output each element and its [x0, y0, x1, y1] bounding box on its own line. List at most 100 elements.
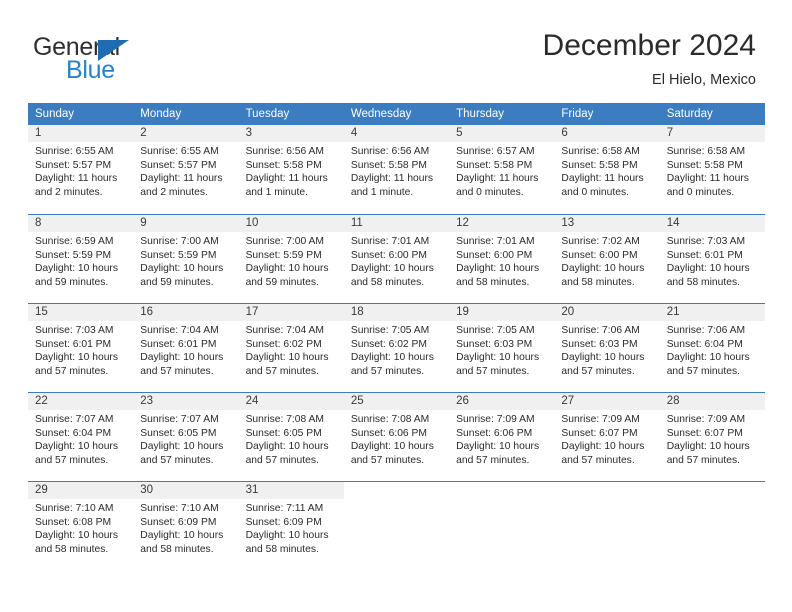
daylight-text: Daylight: 10 hours and 57 minutes. [561, 352, 645, 377]
daylight-text: Daylight: 11 hours and 1 minute. [245, 173, 328, 198]
day-sun-info: Sunrise: 6:55 AM Sunset: 5:57 PM Daylight:… [133, 142, 238, 199]
calendar-day-cell[interactable]: 19 Sunrise: 7:05 AM Sunset: 6:03 PM Dayligh… [449, 304, 555, 392]
daylight-text: Daylight: 10 hours and 58 minutes. [456, 263, 540, 288]
day-number-band: 9 [133, 215, 239, 232]
daylight-text: Daylight: 10 hours and 57 minutes. [666, 441, 750, 466]
calendar-day-cell[interactable]: 2 Sunrise: 6:55 AM Sunset: 5:57 PM Daylight… [133, 125, 239, 214]
daylight-text: Daylight: 10 hours and 57 minutes. [666, 352, 750, 377]
day-sun-info: Sunrise: 7:04 AM Sunset: 6:02 PM Daylight:… [239, 321, 344, 378]
calendar-day-cell[interactable]: 7 Sunrise: 6:58 AM Sunset: 5:58 PM Daylight… [659, 125, 765, 214]
day-sun-info [660, 499, 765, 502]
sunset-text: Sunset: 5:59 PM [245, 249, 322, 261]
calendar-week-row: 29 Sunrise: 7:10 AM Sunset: 6:08 PM Dayligh… [28, 481, 765, 570]
day-sun-info: Sunrise: 7:09 AM Sunset: 6:06 PM Daylight:… [449, 410, 554, 467]
day-number-band: 25 [343, 393, 450, 410]
calendar-day-cell[interactable]: 5 Sunrise: 6:57 AM Sunset: 5:58 PM Daylight… [449, 125, 555, 214]
day-number: 5 [456, 127, 463, 139]
sunrise-text: Sunrise: 7:04 AM [140, 325, 219, 336]
sunrise-text: Sunrise: 7:06 AM [561, 325, 640, 336]
calendar-grid: Sunday Monday Tuesday Wednesday Thursday Frid… [28, 103, 765, 570]
daylight-text: Daylight: 11 hours and 1 minute. [350, 173, 434, 198]
calendar-day-cell[interactable]: 14 Sunrise: 7:03 AM Sunset: 6:01 PM Dayligh… [659, 215, 765, 303]
calendar-day-cell[interactable]: 9 Sunrise: 7:00 AM Sunset: 5:59 PM Daylight… [133, 215, 239, 303]
calendar-day-cell[interactable]: 31 Sunrise: 7:11 AM Sunset: 6:09 PM Dayligh… [238, 482, 344, 570]
calendar-day-cell[interactable]: 30 Sunrise: 7:10 AM Sunset: 6:09 PM Dayligh… [133, 482, 239, 570]
day-sun-info: Sunrise: 6:55 AM Sunset: 5:57 PM Daylight:… [28, 142, 133, 199]
calendar-day-cell[interactable]: 23 Sunrise: 7:07 AM Sunset: 6:05 PM Dayligh… [133, 393, 239, 481]
day-number: 28 [666, 395, 680, 407]
day-number-band: 23 [133, 393, 239, 410]
sunrise-text: Sunrise: 6:55 AM [35, 146, 114, 157]
sunrise-text: Sunrise: 7:05 AM [456, 325, 535, 336]
sunrise-text: Sunrise: 7:02 AM [561, 236, 640, 247]
calendar-day-cell[interactable]: 28 Sunrise: 7:09 AM Sunset: 6:07 PM Dayligh… [659, 393, 765, 481]
day-sun-info: Sunrise: 7:04 AM Sunset: 6:01 PM Daylight:… [133, 321, 238, 378]
sunset-text: Sunset: 5:57 PM [140, 159, 217, 171]
day-number: 23 [140, 395, 154, 407]
sunset-text: Sunset: 5:59 PM [35, 249, 112, 261]
calendar-week-row: 22 Sunrise: 7:07 AM Sunset: 6:04 PM Dayligh… [28, 392, 765, 481]
calendar-day-cell[interactable]: 27 Sunrise: 7:09 AM Sunset: 6:07 PM Dayligh… [554, 393, 660, 481]
daylight-text: Daylight: 10 hours and 57 minutes. [456, 441, 540, 466]
sunrise-text: Sunrise: 7:09 AM [666, 414, 746, 425]
sunrise-text: Sunrise: 6:58 AM [561, 146, 640, 157]
calendar-day-cell[interactable]: 3 Sunrise: 6:56 AM Sunset: 5:58 PM Daylight… [238, 125, 344, 214]
calendar-day-cell[interactable]: 10 Sunrise: 7:00 AM Sunset: 5:59 PM Dayligh… [238, 215, 344, 303]
sunrise-text: Sunrise: 7:03 AM [35, 325, 114, 336]
daylight-text: Daylight: 10 hours and 57 minutes. [350, 352, 434, 377]
day-number-band: 4 [343, 125, 450, 142]
day-number: 19 [456, 306, 469, 318]
daylight-text: Daylight: 10 hours and 57 minutes. [350, 441, 434, 466]
day-number: 16 [140, 306, 154, 318]
sunset-text: Sunset: 6:07 PM [666, 427, 743, 439]
calendar-day-cell[interactable]: 1 Sunrise: 6:55 AM Sunset: 5:57 PM Daylight… [28, 125, 134, 214]
calendar-day-cell[interactable]: 29 Sunrise: 7:10 AM Sunset: 6:08 PM Dayligh… [28, 482, 134, 570]
calendar-day-cell[interactable]: 15 Sunrise: 7:03 AM Sunset: 6:01 PM Dayligh… [28, 304, 134, 392]
day-number-band: 2 [133, 125, 239, 142]
day-number: 31 [245, 484, 259, 496]
sunrise-text: Sunrise: 7:09 AM [456, 414, 535, 425]
calendar-day-cell[interactable]: 20 Sunrise: 7:06 AM Sunset: 6:03 PM Dayligh… [554, 304, 660, 392]
calendar-day-cell[interactable]: 16 Sunrise: 7:04 AM Sunset: 6:01 PM Dayligh… [133, 304, 239, 392]
sunrise-text: Sunrise: 6:57 AM [456, 146, 535, 157]
daylight-text: Daylight: 10 hours and 57 minutes. [140, 441, 224, 466]
daylight-text: Daylight: 11 hours and 2 minutes. [140, 173, 223, 198]
calendar-day-cell[interactable]: 4 Sunrise: 6:56 AM Sunset: 5:58 PM Daylight… [343, 125, 450, 214]
day-sun-info: Sunrise: 7:05 AM Sunset: 6:02 PM Daylight:… [344, 321, 449, 378]
day-number: 8 [35, 217, 42, 229]
calendar-day-cell[interactable]: 24 Sunrise: 7:08 AM Sunset: 6:05 PM Dayligh… [238, 393, 344, 481]
calendar-week-row: 15 Sunrise: 7:03 AM Sunset: 6:01 PM Dayligh… [28, 303, 765, 392]
daylight-text: Daylight: 10 hours and 58 minutes. [350, 263, 434, 288]
sunrise-text: Sunrise: 7:00 AM [245, 236, 324, 247]
calendar-day-cell[interactable]: 17 Sunrise: 7:04 AM Sunset: 6:02 PM Dayligh… [238, 304, 344, 392]
day-number-band: 10 [238, 215, 344, 232]
calendar-day-cell[interactable]: 6 Sunrise: 6:58 AM Sunset: 5:58 PM Daylight… [554, 125, 660, 214]
calendar-day-cell[interactable]: 26 Sunrise: 7:09 AM Sunset: 6:06 PM Dayligh… [449, 393, 555, 481]
day-sun-info: Sunrise: 6:58 AM Sunset: 5:58 PM Daylight:… [554, 142, 659, 199]
day-number: 12 [456, 217, 469, 229]
day-number-band: 15 [28, 304, 134, 321]
calendar-day-cell[interactable]: 21 Sunrise: 7:06 AM Sunset: 6:04 PM Dayligh… [659, 304, 765, 392]
calendar-day-cell[interactable]: 8 Sunrise: 6:59 AM Sunset: 5:59 PM Daylight… [28, 215, 134, 303]
daylight-text: Daylight: 10 hours and 58 minutes. [245, 530, 329, 555]
calendar-day-cell[interactable]: 11 Sunrise: 7:01 AM Sunset: 6:00 PM Dayligh… [343, 215, 450, 303]
weekday-header-row: Sunday Monday Tuesday Wednesday Thursday Frid… [28, 103, 765, 125]
day-number-band: 30 [133, 482, 239, 499]
day-number-band: 12 [449, 215, 555, 232]
calendar-day-cell[interactable]: 12 Sunrise: 7:01 AM Sunset: 6:00 PM Dayligh… [449, 215, 555, 303]
weekday-header-thursday: Thursday [456, 108, 505, 120]
calendar-day-cell[interactable]: 13 Sunrise: 7:02 AM Sunset: 6:00 PM Dayligh… [554, 215, 660, 303]
calendar-day-cell[interactable]: 18 Sunrise: 7:05 AM Sunset: 6:02 PM Dayligh… [343, 304, 450, 392]
daylight-text: Daylight: 10 hours and 57 minutes. [140, 352, 224, 377]
daylight-text: Daylight: 10 hours and 57 minutes. [35, 352, 118, 377]
daylight-text: Daylight: 10 hours and 58 minutes. [666, 263, 750, 288]
sunrise-text: Sunrise: 7:00 AM [140, 236, 219, 247]
calendar-day-cell[interactable]: 22 Sunrise: 7:07 AM Sunset: 6:04 PM Dayligh… [28, 393, 134, 481]
sunrise-text: Sunrise: 6:58 AM [666, 146, 746, 157]
day-sun-info: Sunrise: 7:06 AM Sunset: 6:03 PM Daylight:… [554, 321, 659, 378]
day-number-band [554, 482, 659, 499]
calendar-day-cell-empty [554, 482, 659, 570]
sunset-text: Sunset: 6:00 PM [350, 249, 427, 261]
calendar-day-cell[interactable]: 25 Sunrise: 7:08 AM Sunset: 6:06 PM Dayligh… [343, 393, 450, 481]
sunset-text: Sunset: 6:04 PM [666, 338, 743, 350]
